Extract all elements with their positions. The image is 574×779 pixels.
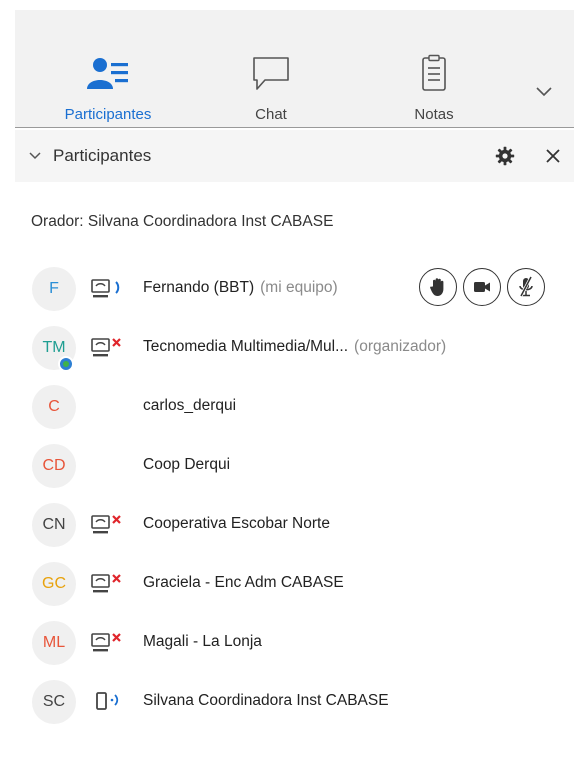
computer-muted-icon [88, 513, 126, 537]
participant-name: Magali - La Lonja [143, 633, 262, 651]
avatar: CD [32, 444, 76, 488]
avatar-initials: C [48, 398, 60, 415]
raise-hand-button[interactable] [419, 268, 457, 306]
avatar: GC [32, 562, 76, 606]
computer-audio-icon [88, 277, 126, 301]
participant-row[interactable]: CD Coop Derqui [0, 440, 574, 499]
chevron-down-icon [536, 87, 552, 97]
presence-status-icon [58, 356, 74, 372]
computer-muted-icon [88, 631, 126, 655]
avatar: ML [32, 621, 76, 665]
participant-row[interactable]: C carlos_derqui [0, 381, 574, 440]
hand-icon [430, 278, 444, 296]
participant-tag: (mi equipo) [260, 279, 338, 296]
settings-gear-icon[interactable] [493, 144, 517, 168]
participant-name-text: Magali - La Lonja [143, 633, 262, 650]
panel-title: Participantes [53, 146, 152, 165]
participant-name: carlos_derqui [143, 397, 236, 415]
phone-audio-icon [88, 690, 126, 714]
participants-panel-header: Participantes [15, 130, 574, 182]
participant-row[interactable]: ML Magali - La Lonja [0, 617, 574, 676]
video-camera-icon [474, 282, 490, 292]
avatar: C [32, 385, 76, 429]
tab-bar: Participantes Chat Notas [0, 0, 574, 128]
mute-button[interactable] [507, 268, 545, 306]
avatar: SC [32, 680, 76, 724]
participant-name: Cooperativa Escobar Norte [143, 515, 330, 533]
avatar-initials: GC [42, 575, 66, 592]
tab-label: Participantes [64, 106, 152, 123]
participant-name: Tecnomedia Multimedia/Mul... (organizador… [143, 338, 446, 356]
microphone-muted-icon [519, 276, 533, 297]
avatar: CN [32, 503, 76, 547]
tab-participants[interactable]: Participantes [48, 10, 168, 128]
participant-tag: (organizador) [354, 338, 447, 355]
computer-muted-icon [88, 336, 126, 360]
avatar-initials: CN [42, 516, 66, 533]
participant-name-text: Tecnomedia Multimedia/Mul... [143, 338, 349, 355]
participant-name: Fernando (BBT) (mi equipo) [143, 279, 338, 297]
participant-name-text: Cooperativa Escobar Norte [143, 515, 330, 532]
avatar-initials: SC [42, 693, 66, 710]
participant-name-text: Coop Derqui [143, 456, 231, 473]
tab-label: Chat [255, 106, 287, 123]
avatar-initials: TM [42, 339, 66, 356]
participant-name-text: carlos_derqui [143, 397, 237, 414]
participant-name-text: Graciela - Enc Adm CABASE [143, 574, 344, 591]
tab-notes[interactable]: Notas [374, 10, 494, 128]
participant-name: Coop Derqui [143, 456, 230, 474]
participant-actions [419, 268, 545, 306]
participant-name-text: Silvana Coordinadora Inst CABASE [143, 692, 389, 709]
participant-name-text: Fernando (BBT) [143, 279, 255, 296]
avatar-initials: F [49, 280, 59, 297]
collapse-chevron-icon[interactable] [29, 149, 43, 163]
participant-list: F Fernando (BBT) (mi equipo) TM Tecnomed… [0, 263, 574, 735]
computer-muted-icon [88, 572, 126, 596]
video-button[interactable] [463, 268, 501, 306]
participant-row[interactable]: TM Tecnomedia Multimedia/Mul... (organiza… [0, 322, 574, 381]
participant-row[interactable]: SC Silvana Coordinadora Inst CABASE [0, 676, 574, 735]
avatar-initials: ML [42, 634, 66, 651]
notes-icon [419, 54, 449, 94]
avatar: TM [32, 326, 76, 372]
participants-icon [86, 54, 130, 94]
participant-name: Graciela - Enc Adm CABASE [143, 574, 344, 592]
active-speaker-label: Orador: Silvana Coordinadora Inst CABASE [31, 213, 334, 230]
participant-name: Silvana Coordinadora Inst CABASE [143, 692, 389, 710]
avatar: F [32, 267, 76, 311]
participant-row[interactable]: F Fernando (BBT) (mi equipo) [0, 263, 574, 322]
participant-row[interactable]: GC Graciela - Enc Adm CABASE [0, 558, 574, 617]
participant-row[interactable]: CN Cooperativa Escobar Norte [0, 499, 574, 558]
more-tabs-button[interactable] [526, 78, 562, 106]
avatar-initials: CD [42, 457, 66, 474]
close-panel-icon[interactable] [541, 144, 565, 168]
chat-icon [251, 54, 291, 94]
tab-chat[interactable]: Chat [211, 10, 331, 128]
tab-label: Notas [414, 106, 454, 123]
